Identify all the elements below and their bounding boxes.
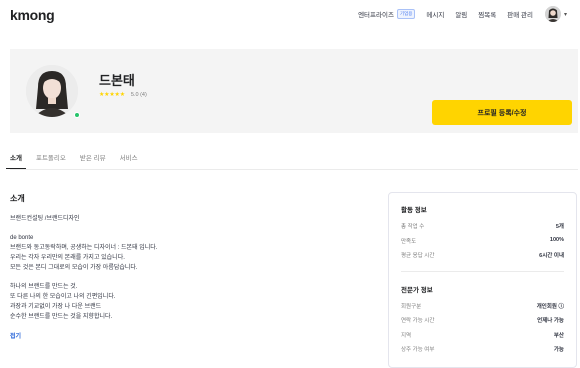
- profile-name: 드본태: [99, 73, 135, 88]
- tab-portfolio[interactable]: 포트폴리오: [36, 150, 66, 169]
- activity-key: 만족도: [401, 238, 417, 245]
- nav-notifications[interactable]: 알림: [455, 9, 467, 19]
- activity-row: 평균 응답 시간 6시간 이내: [401, 251, 564, 266]
- expert-key: 회원구분: [401, 303, 422, 310]
- activity-key: 평균 응답 시간: [401, 253, 435, 259]
- intro-section: 소개 브랜드컨설팅 /브랜드디자인 de bonte 브랜드와 동고동락하며, …: [10, 193, 370, 340]
- intro-title: 소개: [10, 194, 25, 203]
- user-menu[interactable]: ▾: [544, 6, 567, 22]
- intro-line: 순수한 브랜드를 만드는 것을 지향합니다.: [10, 314, 113, 320]
- expert-info-card: 활동 정보 총 작업 수 5개 만족도 100% 평균 응답 시간 6시간 이내…: [388, 192, 577, 368]
- expert-title: 전문가 정보: [401, 286, 433, 294]
- intro-line: de bonte: [10, 235, 34, 241]
- rating-stars-icon: ★★★★★: [99, 92, 125, 98]
- profile-header: 드본태 ★★★★★ 5.0 (4) 프로필 등록/수정: [10, 49, 578, 133]
- intro-line: 모든 것은 본디 그대로의 모습이 가장 아름답습니다.: [10, 265, 138, 271]
- profile-rating: ★★★★★ 5.0 (4): [99, 91, 147, 99]
- edit-profile-button[interactable]: 프로필 등록/수정: [432, 100, 572, 125]
- tab-reviews[interactable]: 받은 리뷰: [80, 150, 106, 169]
- user-avatar: [544, 6, 561, 22]
- nav-messages[interactable]: 메시지: [426, 9, 444, 19]
- nav-enterprise[interactable]: 엔터프라이즈 기업용: [358, 9, 416, 19]
- nav-sales-management[interactable]: 판매 관리: [507, 9, 533, 19]
- expert-value: 가능: [553, 347, 564, 353]
- collapse-link[interactable]: 접기: [10, 331, 370, 340]
- profile-avatar: [26, 65, 78, 117]
- intro-category: 브랜드컨설팅 /브랜드디자인: [10, 216, 80, 222]
- intro-line: 우리는 각자 우리만의 본래를 가지고 있습니다.: [10, 255, 125, 261]
- expert-key: 상주 가능 여부: [401, 347, 435, 353]
- intro-line: 브랜드와 동고동락하며, 공생하는 디자이너 : 드본태 입니다.: [10, 245, 158, 251]
- activity-title: 활동 정보: [401, 207, 427, 214]
- activity-row: 총 작업 수 5개: [401, 222, 564, 237]
- expert-value: 개인회원 ⓘ: [536, 303, 564, 310]
- expert-row: 상주 가능 여부 가능: [401, 345, 564, 360]
- online-status-dot: [74, 112, 80, 118]
- nav-bookmarks[interactable]: 찜목록: [478, 9, 496, 19]
- rating-text: 5.0 (4): [130, 91, 147, 98]
- expert-key: 지역: [401, 332, 412, 339]
- tab-services[interactable]: 서비스: [120, 150, 138, 169]
- activity-value: 5개: [555, 224, 564, 230]
- profile-tabs: 소개 포트폴리오 받은 리뷰 서비스: [6, 150, 570, 169]
- chevron-down-icon: ▾: [563, 11, 567, 18]
- top-nav: 엔터프라이즈 기업용 메시지 알림 찜목록 판매 관리 ▾: [347, 6, 567, 22]
- activity-value: 100%: [549, 236, 564, 243]
- expert-value: 언제나 가능: [537, 318, 564, 324]
- enterprise-badge: 기업용: [396, 9, 416, 19]
- activity-key: 총 작업 수: [401, 224, 425, 230]
- intro-line: 과장과 기교없이 가장 나 다운 브랜드: [10, 304, 102, 310]
- expert-row: 회원구분 개인회원 ⓘ: [401, 302, 564, 317]
- tabs-divider: [10, 169, 578, 170]
- card-divider: [401, 270, 564, 272]
- activity-row: 만족도 100%: [401, 237, 564, 252]
- nav-enterprise-label: 엔터프라이즈: [358, 12, 394, 19]
- tab-intro[interactable]: 소개: [6, 150, 26, 169]
- expert-row: 지역 부산: [401, 331, 564, 346]
- expert-value: 부산: [553, 332, 564, 339]
- expert-key: 연락 가능 시간: [401, 318, 435, 324]
- top-header: kmong 엔터프라이즈 기업용 메시지 알림 찜목록 판매 관리 ▾: [0, 0, 580, 30]
- intro-line: 하나의 브랜드를 만드는 것.: [10, 284, 78, 290]
- expert-row: 연락 가능 시간 언제나 가능: [401, 316, 564, 331]
- activity-value: 6시간 이내: [539, 253, 564, 259]
- kmong-logo[interactable]: kmong: [10, 7, 55, 23]
- intro-line: 또 다른 나의 한 모습이고 나의 긴편입니다.: [10, 294, 116, 300]
